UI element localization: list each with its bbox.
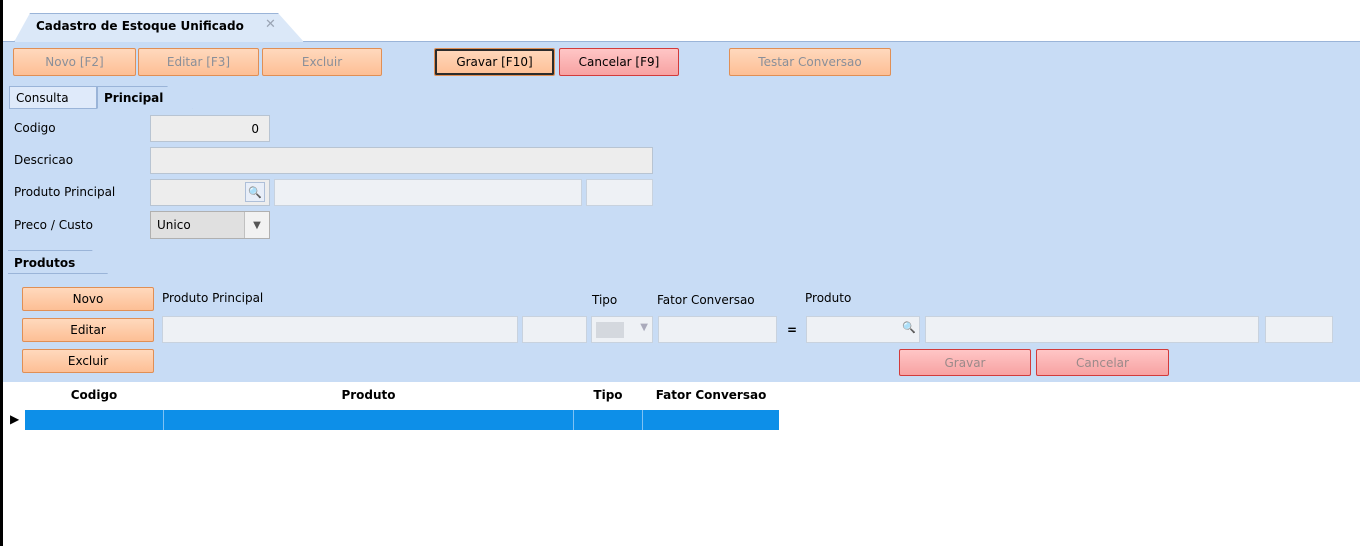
produtos-cancelar-button[interactable]: Cancelar	[1036, 349, 1169, 376]
editar-f3-button[interactable]: Editar [F3]	[138, 48, 259, 76]
chevron-down-icon: ▼	[640, 322, 648, 333]
preco-custo-value: Unico	[157, 218, 191, 232]
close-tab-icon[interactable]: ✕	[265, 17, 276, 32]
novo-f2-button[interactable]: Novo [F2]	[13, 48, 136, 76]
excluir-button[interactable]: Excluir	[262, 48, 382, 76]
grid-header-tipo[interactable]: Tipo	[574, 382, 642, 408]
document-tab-title: Cadastro de Estoque Unificado	[36, 19, 244, 33]
col-tipo-label: Tipo	[592, 293, 618, 307]
grid-header-fator-conversao[interactable]: Fator Conversao	[643, 382, 779, 408]
produtos-section-label[interactable]: Produtos	[14, 256, 75, 270]
produto-principal-label: Produto Principal	[14, 185, 116, 199]
produtos-gravar-button[interactable]: Gravar	[899, 349, 1031, 376]
grid-cell-divider	[573, 410, 574, 430]
preco-custo-select[interactable]: Unico ▼	[150, 211, 270, 239]
gravar-f10-button[interactable]: Gravar [F10]	[434, 48, 555, 76]
produto-code-field: 🔍	[806, 316, 920, 343]
codigo-label: Codigo	[14, 121, 56, 135]
produtos-editar-button[interactable]: Editar	[22, 318, 154, 342]
magnifier-icon: 🔍	[902, 321, 916, 334]
magnifier-icon[interactable]: 🔍	[245, 182, 265, 202]
produto-principal-description-field	[274, 179, 582, 206]
grid-cell-divider	[642, 410, 643, 430]
grid-header-produto[interactable]: Produto	[164, 382, 573, 408]
produto-description-field	[925, 316, 1259, 343]
produtos-novo-button[interactable]: Novo	[22, 287, 154, 311]
grid-cell-divider	[163, 410, 164, 430]
tipo-select: ▼	[591, 316, 653, 343]
produto-unit-field	[1265, 316, 1333, 343]
grid-header-codigo[interactable]: Codigo	[25, 382, 163, 408]
descricao-field[interactable]	[150, 147, 653, 174]
preco-custo-label: Preco / Custo	[14, 218, 93, 232]
produtos-excluir-button[interactable]: Excluir	[22, 349, 154, 373]
row-indicator-icon: ▶	[10, 412, 20, 426]
testar-conversao-button[interactable]: Testar Conversao	[729, 48, 891, 76]
chevron-down-icon[interactable]: ▼	[244, 212, 269, 238]
table-row[interactable]	[25, 410, 779, 430]
produto-principal-item-unit-field	[522, 316, 587, 343]
cancelar-f9-button[interactable]: Cancelar [F9]	[559, 48, 679, 76]
col-fator-conversao-label: Fator Conversao	[657, 293, 755, 307]
tab-consulta[interactable]: Consulta	[9, 86, 97, 109]
col-produto-principal-label: Produto Principal	[162, 291, 264, 305]
descricao-label: Descricao	[14, 153, 74, 167]
produto-principal-unit-field	[586, 179, 653, 206]
fator-conversao-field	[658, 316, 777, 343]
equals-sign: =	[787, 323, 798, 337]
codigo-field[interactable]: 0	[150, 115, 270, 142]
tipo-swatch	[596, 322, 624, 338]
col-produto-label: Produto	[805, 291, 852, 305]
produto-principal-item-field	[162, 316, 518, 343]
